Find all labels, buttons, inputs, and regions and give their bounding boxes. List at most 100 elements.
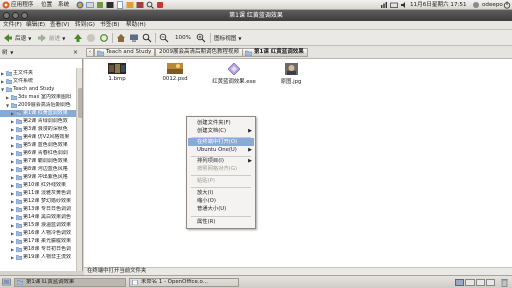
- scrollbar-thumb[interactable]: [78, 88, 82, 118]
- tree-item[interactable]: ▶ 第2课 青绿调调色效: [0, 118, 76, 125]
- file-view[interactable]: 1.bmp 0012.psd 红黄蓝调效果.exe 原图.jpg: [84, 59, 512, 267]
- app-launcher-icon[interactable]: [96, 1, 104, 9]
- taskbar-item-openoffice[interactable]: 未命名 1 - OpenOffice.o...: [129, 278, 239, 287]
- menu-file[interactable]: 文件(F): [3, 21, 22, 30]
- tree-item[interactable]: ▶ 文件系统: [0, 78, 76, 85]
- tree-item[interactable]: ▶ 第14课 黑白效果调色: [0, 214, 76, 221]
- menu-item-zoom-in[interactable]: 放大(I): [188, 189, 254, 197]
- view-mode-select[interactable]: 图标视图 ▼: [214, 32, 241, 44]
- expander-closed-icon[interactable]: ▶: [1, 78, 5, 85]
- taskbar-item-file-manager[interactable]: 第1课 红黄蓝调效果: [14, 278, 126, 287]
- back-button[interactable]: 后退 ▼: [3, 32, 31, 44]
- workspace-switcher[interactable]: [455, 279, 495, 286]
- forward-dropdown-icon[interactable]: ▼: [62, 36, 65, 41]
- expander-closed-icon[interactable]: ▶: [11, 182, 15, 189]
- tree-item[interactable]: ▶ 第7课 霸调调色效果: [0, 158, 76, 165]
- expander-closed-icon[interactable]: ▶: [11, 126, 15, 133]
- menu-item-create-document[interactable]: 创建文档(C) ▶: [188, 127, 254, 135]
- menu-go[interactable]: 转到(G): [75, 21, 95, 30]
- mail-launcher-icon[interactable]: [86, 1, 94, 9]
- breadcrumb-course[interactable]: 2009展会高清后期调色教程视频: [155, 48, 243, 57]
- expander-closed-icon[interactable]: ▶: [11, 150, 15, 157]
- user-name[interactable]: odeepo: [482, 1, 503, 9]
- ubuntu-logo-icon[interactable]: [2, 1, 10, 9]
- menu-item-open-in-terminal[interactable]: 在终端中打开(O): [188, 138, 254, 146]
- menu-item-arrange-items[interactable]: 排列项目(I) ▶: [188, 157, 254, 165]
- workspace-1[interactable]: [455, 279, 465, 286]
- tree-item[interactable]: ▶ 第9课 冲出紫色风格: [0, 174, 76, 181]
- forward-button[interactable]: 前进 ▼: [37, 32, 65, 44]
- network-icon[interactable]: [380, 1, 388, 9]
- menu-item-zoom-out[interactable]: 缩小(O): [188, 197, 254, 205]
- side-pane-scrollbar[interactable]: [76, 68, 82, 271]
- tree-item[interactable]: ▶ 第8课 河边蓝色风格: [0, 166, 76, 173]
- system-menu[interactable]: 系统: [58, 1, 69, 9]
- expander-closed-icon[interactable]: ▶: [11, 174, 15, 181]
- expander-closed-icon[interactable]: ▶: [11, 166, 15, 173]
- places-menu[interactable]: 位置: [41, 1, 52, 9]
- image-launcher-icon[interactable]: [126, 1, 134, 9]
- file-item[interactable]: 原图.jpg: [261, 63, 321, 85]
- volume-icon[interactable]: [400, 1, 408, 9]
- tree-item[interactable]: ▶ 第18课 专日初日色调: [0, 246, 76, 253]
- expander-closed-icon[interactable]: ▶: [6, 94, 10, 101]
- reload-button[interactable]: [99, 32, 109, 44]
- menu-edit[interactable]: 编辑(E): [26, 21, 45, 30]
- settings-launcher-icon[interactable]: [156, 1, 164, 9]
- tree-item[interactable]: ▼ Teach and Study: [0, 86, 76, 93]
- trash-icon[interactable]: [500, 278, 509, 287]
- file-item[interactable]: 1.bmp: [87, 63, 147, 82]
- up-button[interactable]: [73, 32, 83, 44]
- expander-closed-icon[interactable]: ▶: [11, 254, 15, 261]
- menu-item-ubuntu-one[interactable]: Ubuntu One(U) ▶: [188, 146, 254, 154]
- expander-closed-icon[interactable]: ▶: [11, 206, 15, 213]
- menu-view[interactable]: 查看(V): [50, 21, 69, 30]
- tree-item[interactable]: ▶ 第11课 淡雅灰黄色调: [0, 190, 76, 197]
- tree-item[interactable]: ▶ 第16课 人物冷色调效: [0, 230, 76, 237]
- zoom-out-button[interactable]: [159, 32, 169, 44]
- tree-item[interactable]: ▶ 第19课 人物非主流效: [0, 254, 76, 261]
- photo-launcher-icon[interactable]: [136, 1, 144, 9]
- applications-menu[interactable]: 应用程序: [11, 1, 33, 9]
- expander-closed-icon[interactable]: ▶: [11, 118, 15, 125]
- workspace-3[interactable]: [475, 279, 485, 286]
- tree-item[interactable]: ▶ 3ds max 室内效果图阳: [0, 94, 76, 101]
- workspace-4[interactable]: [485, 279, 495, 286]
- tree-item[interactable]: ▼ 2009展会高清后期调色: [0, 102, 76, 109]
- tree-item[interactable]: ▶ 第15课 浪温蓝调效果: [0, 222, 76, 229]
- power-icon[interactable]: [503, 1, 511, 9]
- expander-closed-icon[interactable]: ▶: [11, 158, 15, 165]
- file-item[interactable]: 红黄蓝调效果.exe: [202, 63, 266, 85]
- tree-item[interactable]: ▶ 第12课 梦幻婚纱效果: [0, 198, 76, 205]
- workspace-2[interactable]: [465, 279, 475, 286]
- expander-closed-icon[interactable]: ▶: [11, 190, 15, 197]
- expander-closed-icon[interactable]: ▶: [11, 198, 15, 205]
- tree-item[interactable]: ▶ 第10课 红外线效果: [0, 182, 76, 189]
- window-titlebar[interactable]: 第1课 红黄蓝调效果: [0, 10, 512, 21]
- menu-help[interactable]: 帮助(H): [126, 21, 146, 30]
- tree-item[interactable]: ▶ 第6课 青春红色调调: [0, 150, 76, 157]
- tree-item[interactable]: ▶ 第17课 柔光朦胧效果: [0, 238, 76, 245]
- expander-open-icon[interactable]: ▼: [6, 102, 10, 109]
- expander-closed-icon[interactable]: ▶: [11, 142, 15, 149]
- stop-button[interactable]: [86, 32, 96, 44]
- browser-launcher-icon[interactable]: [76, 1, 84, 9]
- tree-item[interactable]: ▶ 第3课 浪漫的深秋色: [0, 126, 76, 133]
- menu-item-normal-size[interactable]: 普通大小(U): [188, 205, 254, 213]
- show-desktop-icon[interactable]: [2, 278, 11, 287]
- breadcrumb-teach-and-study[interactable]: Teach and Study: [94, 48, 156, 57]
- menu-item-create-folder[interactable]: 创建文件夹(F): [188, 119, 254, 127]
- tree-item[interactable]: ▶ 第13课 专日日色调调: [0, 206, 76, 213]
- clock[interactable]: 11月6日星期六 17:51: [410, 1, 467, 9]
- expander-closed-icon[interactable]: ▶: [11, 214, 15, 221]
- expander-closed-icon[interactable]: ▶: [11, 246, 15, 253]
- tree-item[interactable]: ▶ 第4课 仿V2风格效果: [0, 134, 76, 141]
- home-button[interactable]: [116, 32, 126, 44]
- menu-bookmarks[interactable]: 书签(B): [100, 21, 119, 30]
- writer-launcher-icon[interactable]: [116, 1, 124, 9]
- zoom-in-button[interactable]: [196, 32, 206, 44]
- breadcrumb-current[interactable]: 第1课 红黄蓝调效果: [242, 48, 308, 57]
- expander-open-icon[interactable]: ▼: [1, 86, 5, 93]
- expander-closed-icon[interactable]: ▶: [11, 110, 15, 117]
- mail-indicator-icon[interactable]: [390, 1, 398, 9]
